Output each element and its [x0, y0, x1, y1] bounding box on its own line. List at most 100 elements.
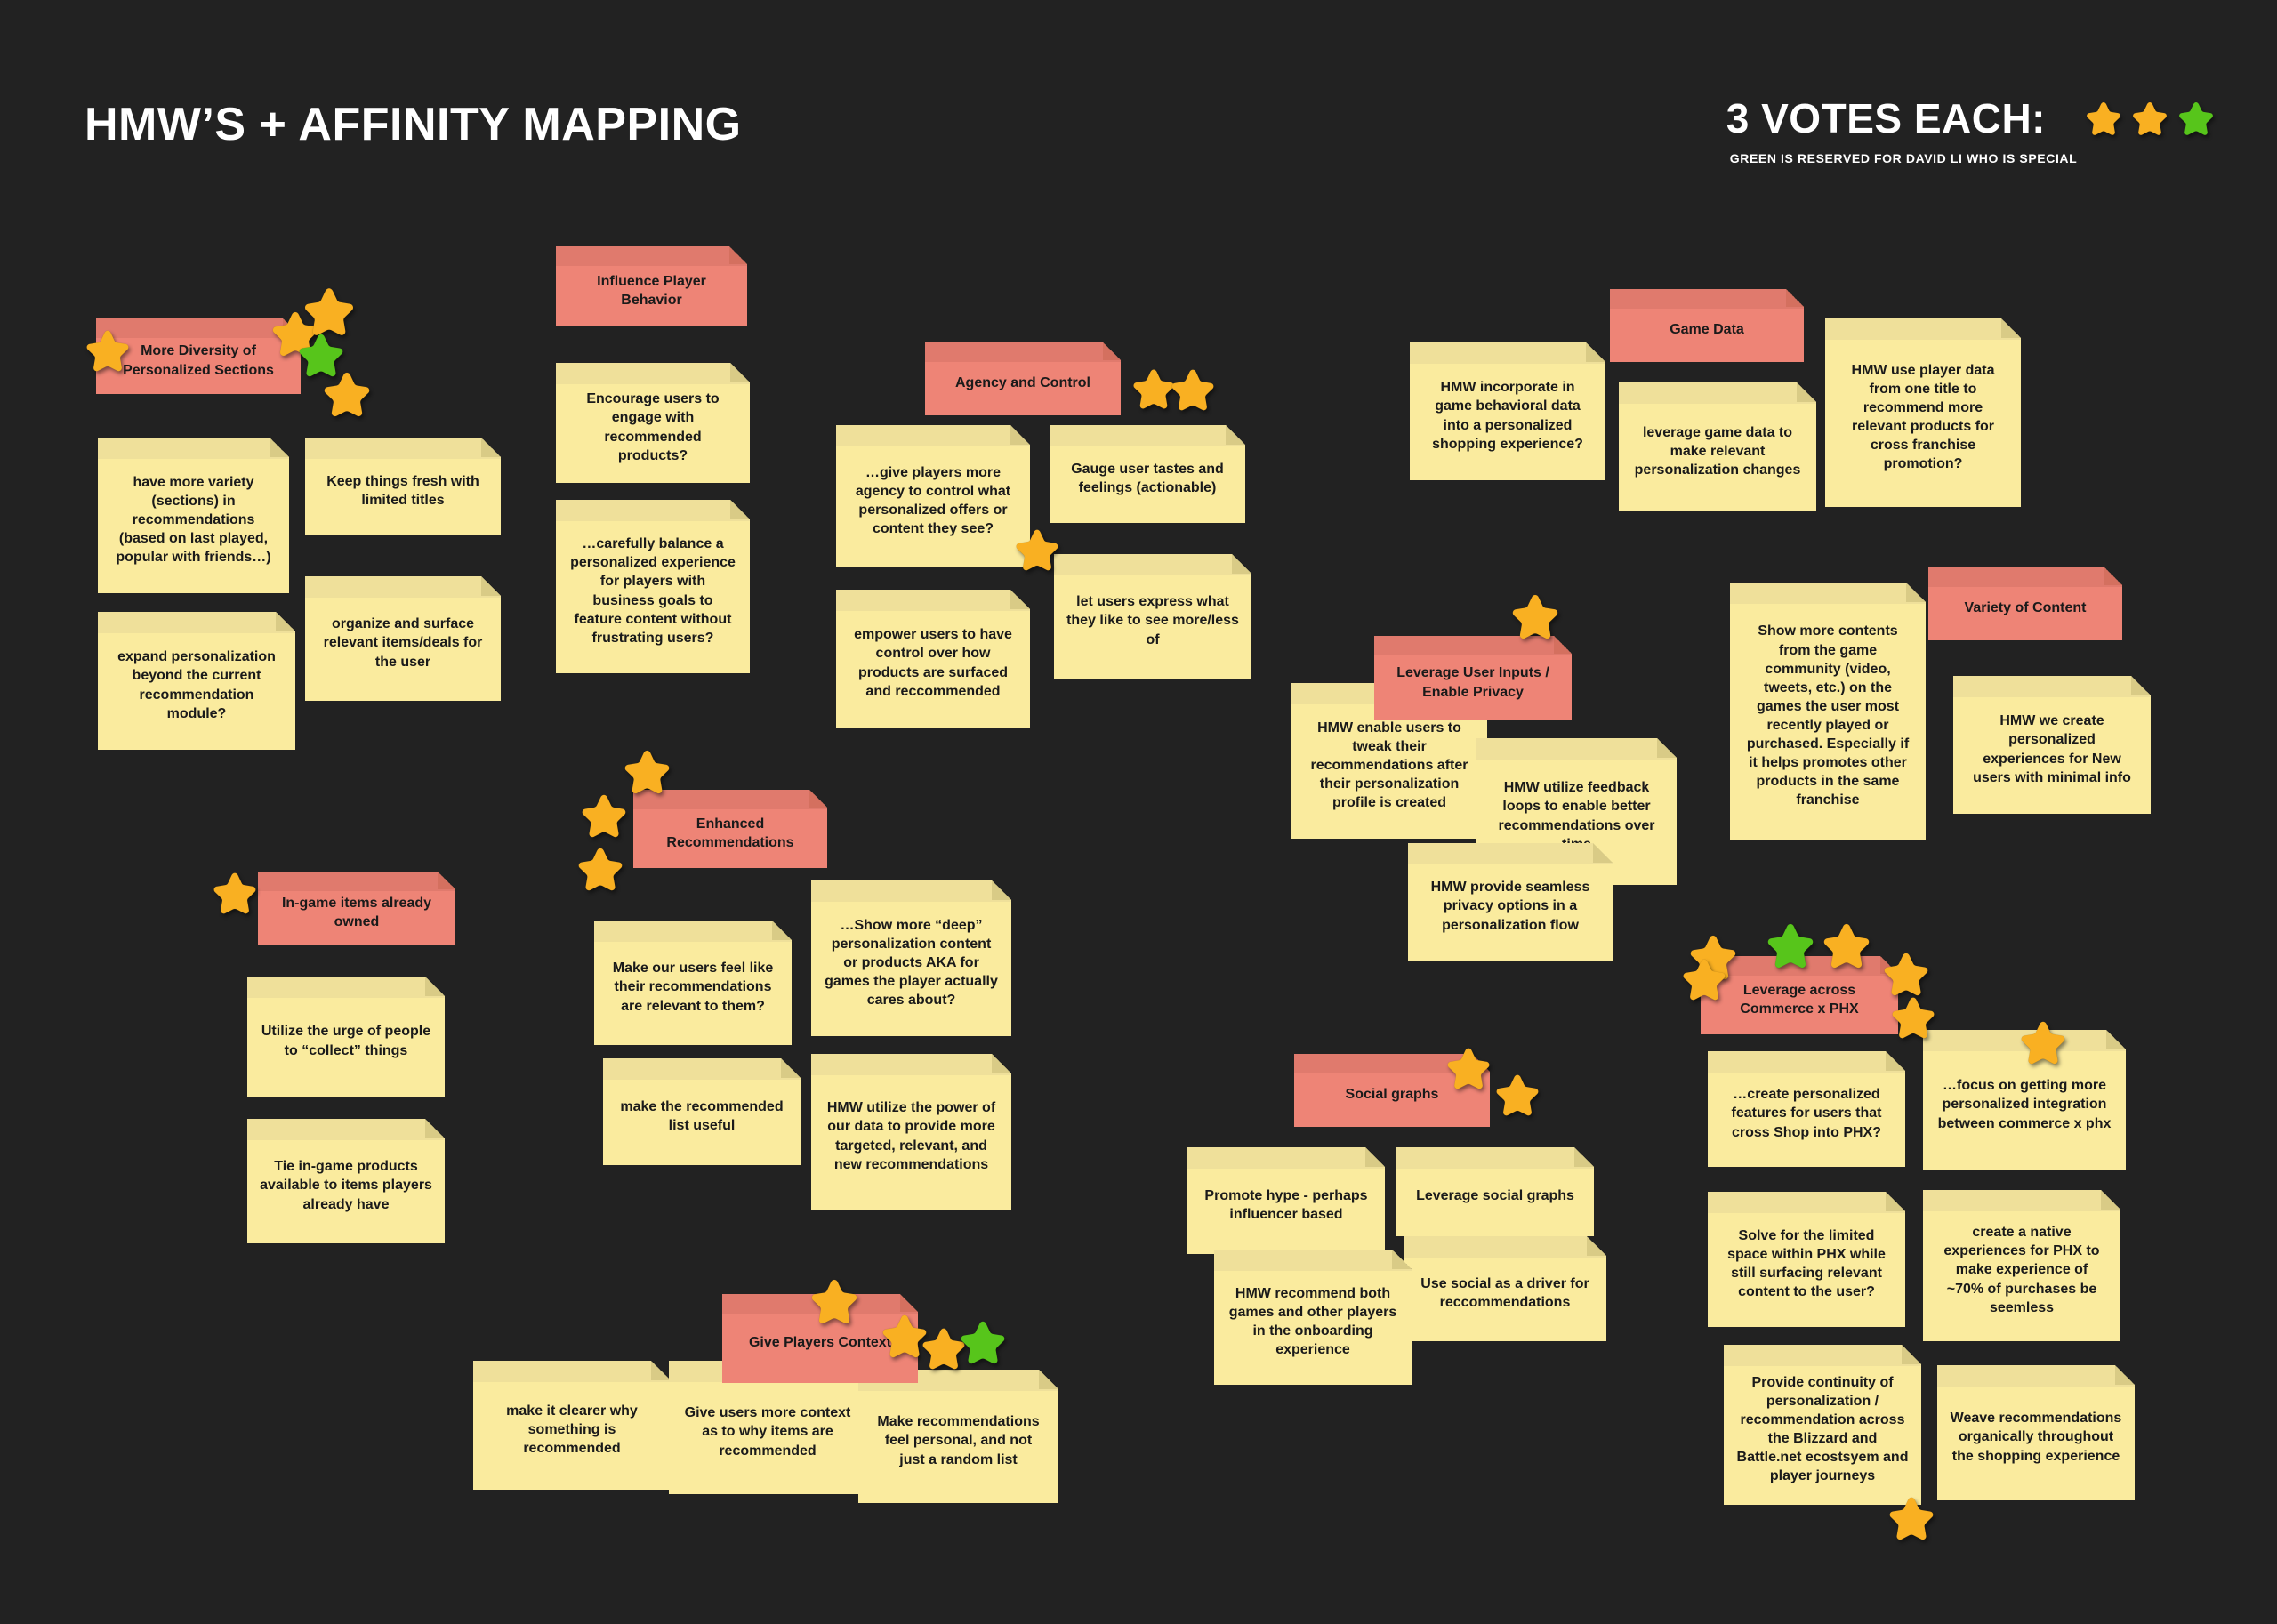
affinity-board: HMW’S + AFFINITY MAPPING 3 VOTES EACH: G…	[0, 0, 2277, 1624]
sticky-note-text: make it clearer why something is recomme…	[506, 1403, 638, 1457]
vote-star-green-icon[interactable]	[1766, 921, 1815, 970]
sticky-note-text: Weave recommendations organically throug…	[1950, 1411, 2122, 1464]
legend-stars	[2085, 100, 2215, 137]
sticky-note-text: create a native experiences for PHX to m…	[1943, 1225, 2100, 1315]
category-note-text: Agency and Control	[954, 375, 1090, 391]
sticky-note-text: Use social as a driver for reccommendati…	[1420, 1275, 1589, 1310]
vote-star-orange-icon[interactable]	[1494, 1072, 1541, 1118]
sticky-note[interactable]: HMW use player data from one title to re…	[1825, 318, 2021, 507]
sticky-note-text: Give users more context as to why items …	[684, 1405, 851, 1459]
vote-star-orange-icon[interactable]	[84, 327, 131, 374]
sticky-note-text: Show more contents from the game communi…	[1746, 623, 1910, 808]
sticky-note[interactable]: empower users to have control over how p…	[836, 590, 1030, 728]
sticky-note[interactable]: Make our users feel like their recommend…	[594, 921, 792, 1045]
sticky-note[interactable]: make the recommended list useful	[603, 1058, 801, 1165]
sticky-note[interactable]: Show more contents from the game communi…	[1730, 583, 1926, 840]
sticky-note[interactable]: Keep things fresh with limited titles	[305, 438, 501, 535]
sticky-note-text: HMW utilize feedback loops to enable bet…	[1498, 780, 1655, 833]
vote-star-orange-icon[interactable]	[1822, 921, 1871, 970]
sticky-note-text: HMW recommend both games and other playe…	[1228, 1285, 1397, 1358]
category-note-variety-of-content[interactable]: Variety of Content	[1928, 567, 2122, 640]
category-note-text: In-game items already owned	[281, 895, 432, 929]
sticky-note-text: …focus on getting more personalized inte…	[1937, 1078, 2112, 1131]
vote-star-orange-icon[interactable]	[2085, 100, 2122, 137]
sticky-note[interactable]: let users express what they like to see …	[1054, 554, 1251, 679]
category-note-influence-player-behavior[interactable]: Influence Player Behavior	[556, 246, 747, 326]
sticky-note[interactable]: …Show more “deep” personalization conten…	[811, 880, 1011, 1036]
sticky-note-text: …carefully balance a personalized experi…	[570, 536, 736, 646]
sticky-note-text: Keep things fresh with limited titles	[326, 473, 479, 508]
sticky-note[interactable]: HMW provide seamless privacy options in …	[1408, 843, 1613, 961]
sticky-note[interactable]: Provide continuity of personalization / …	[1724, 1345, 1921, 1505]
sticky-note[interactable]: Tie in-game products available to items …	[247, 1119, 445, 1243]
vote-star-orange-icon[interactable]	[1170, 366, 1216, 413]
sticky-note[interactable]: organize and surface relevant items/deal…	[305, 576, 501, 701]
sticky-note-text: organize and surface relevant items/deal…	[323, 616, 483, 670]
sticky-note-text: …give players more agency to control wha…	[855, 464, 1011, 537]
vote-star-orange-icon[interactable]	[1887, 1494, 1935, 1542]
sticky-note-text: have more variety (sections) in recommen…	[116, 474, 271, 566]
sticky-note[interactable]: Solve for the limited space within PHX w…	[1708, 1192, 1905, 1327]
vote-star-orange-icon[interactable]	[302, 285, 356, 338]
sticky-note[interactable]: HMW utilize the power of our data to pro…	[811, 1054, 1011, 1210]
sticky-note-text: Make recommendations feel personal, and …	[877, 1414, 1040, 1467]
vote-star-orange-icon[interactable]	[322, 369, 372, 419]
category-note-text: Game Data	[1670, 322, 1744, 338]
vote-star-orange-icon[interactable]	[580, 792, 628, 840]
sticky-note[interactable]: HMW recommend both games and other playe…	[1214, 1250, 1412, 1385]
sticky-note[interactable]: Use social as a driver for reccommendati…	[1404, 1236, 1606, 1341]
sticky-note-text: Make our users feel like their recommend…	[612, 961, 774, 1014]
category-note-game-data[interactable]: Game Data	[1610, 289, 1804, 362]
sticky-note[interactable]: Utilize the urge of people to “collect” …	[247, 977, 445, 1097]
vote-star-orange-icon[interactable]	[809, 1276, 859, 1326]
vote-star-green-icon[interactable]	[2177, 100, 2215, 137]
sticky-note-text: HMW utilize the power of our data to pro…	[826, 1100, 996, 1172]
vote-star-orange-icon[interactable]	[212, 870, 258, 916]
sticky-note-text: let users express what they like to see …	[1066, 594, 1239, 647]
sticky-note-text: HMW enable users to tweak their recommen…	[1310, 720, 1468, 811]
category-note-text: Variety of Content	[1964, 600, 2087, 616]
vote-star-orange-icon[interactable]	[1890, 994, 1936, 1041]
sticky-note-text: Tie in-game products available to items …	[260, 1159, 432, 1212]
sticky-note-text: expand personalization beyond the curren…	[117, 649, 276, 721]
sticky-note[interactable]: leverage game data to make relevant pers…	[1619, 382, 1816, 511]
vote-star-orange-icon[interactable]	[576, 845, 624, 893]
sticky-note[interactable]: Make recommendations feel personal, and …	[858, 1370, 1058, 1503]
sticky-note[interactable]: HMW incorporate in game behavioral data …	[1410, 342, 1605, 480]
category-note-leverage-user-inputs[interactable]: Leverage User Inputs / Enable Privacy	[1374, 636, 1572, 720]
sticky-note-text: Solve for the limited space within PHX w…	[1727, 1227, 1886, 1300]
vote-star-orange-icon[interactable]	[2019, 1018, 2067, 1066]
vote-star-orange-icon[interactable]	[1882, 950, 1930, 998]
sticky-note-text: Encourage users to engage with recommend…	[586, 391, 720, 463]
category-note-agency-and-control[interactable]: Agency and Control	[925, 342, 1121, 415]
sticky-note[interactable]: expand personalization beyond the curren…	[98, 612, 295, 750]
sticky-note[interactable]: HMW we create personalized experiences f…	[1953, 676, 2151, 814]
sticky-note[interactable]: Encourage users to engage with recommend…	[556, 363, 750, 483]
sticky-note-text: …Show more “deep” personalization conten…	[825, 917, 998, 1009]
sticky-note-text: Promote hype - perhaps influencer based	[1204, 1187, 1368, 1222]
sticky-note-text: Provide continuity of personalization / …	[1736, 1374, 1909, 1484]
sticky-note[interactable]: make it clearer why something is recomme…	[473, 1361, 671, 1490]
vote-star-orange-icon[interactable]	[623, 747, 672, 796]
sticky-note[interactable]: Gauge user tastes and feelings (actionab…	[1050, 425, 1245, 523]
category-note-enhanced-recommendations[interactable]: Enhanced Recommendations	[633, 790, 827, 868]
vote-star-orange-icon[interactable]	[1681, 956, 1727, 1002]
vote-star-orange-icon[interactable]	[1014, 527, 1060, 573]
vote-star-orange-icon[interactable]	[2131, 100, 2168, 137]
sticky-note[interactable]: …carefully balance a personalized experi…	[556, 500, 750, 673]
sticky-note[interactable]: …give players more agency to control wha…	[836, 425, 1030, 567]
sticky-note[interactable]: Weave recommendations organically throug…	[1937, 1365, 2135, 1500]
category-note-in-game-items[interactable]: In-game items already owned	[258, 872, 455, 945]
sticky-note-text: empower users to have control over how p…	[854, 627, 1012, 699]
sticky-note[interactable]: create a native experiences for PHX to m…	[1923, 1190, 2120, 1341]
vote-star-orange-icon[interactable]	[1510, 591, 1560, 641]
cluster-give-players-context: make it clearer why something is recomme…	[0, 0, 2277, 1624]
sticky-note[interactable]: have more variety (sections) in recommen…	[98, 438, 289, 593]
sticky-note[interactable]: Leverage social graphs	[1396, 1147, 1594, 1236]
vote-star-orange-icon[interactable]	[1445, 1045, 1492, 1091]
vote-star-green-icon[interactable]	[959, 1318, 1007, 1366]
sticky-note-text: …create personalized features for users …	[1731, 1087, 1882, 1140]
sticky-note-text: HMW incorporate in game behavioral data …	[1432, 380, 1583, 452]
sticky-note[interactable]: Promote hype - perhaps influencer based	[1187, 1147, 1385, 1254]
sticky-note[interactable]: …create personalized features for users …	[1708, 1051, 1905, 1167]
